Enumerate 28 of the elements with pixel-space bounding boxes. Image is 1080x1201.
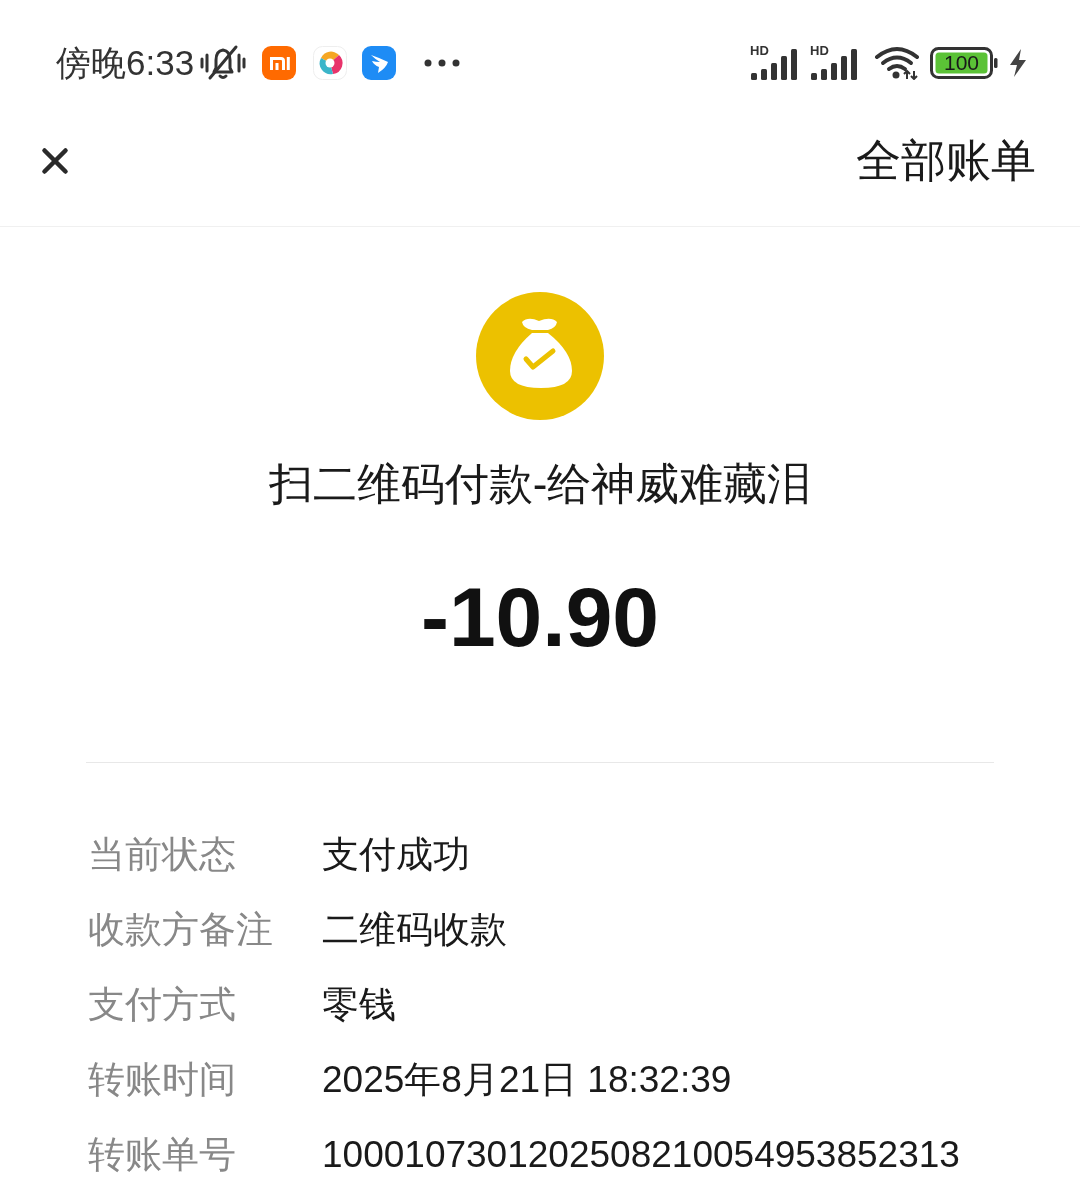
app-logo-icon xyxy=(262,46,297,80)
detail-label: 支付方式 xyxy=(88,983,236,1027)
app-logo-icon xyxy=(313,46,348,80)
detail-value: 2025年8月21日 18:32:39 xyxy=(322,1058,732,1102)
detail-label: 转账时间 xyxy=(88,1058,236,1102)
detail-value: 支付成功 xyxy=(322,833,470,877)
battery-icon xyxy=(930,47,998,79)
detail-label: 收款方备注 xyxy=(88,908,273,952)
detail-label: 当前状态 xyxy=(88,833,236,877)
payment-title: 扫二维码付款-给神威难藏泪 xyxy=(268,458,812,510)
detail-value: 零钱 xyxy=(322,983,396,1027)
all-bills-link[interactable]: 全部账单 xyxy=(856,134,1036,188)
more-dots-icon xyxy=(424,59,461,67)
signal-label: HD xyxy=(750,44,769,57)
signal-bars-icon xyxy=(810,48,860,80)
status-time: 傍晚6:33 xyxy=(56,43,195,83)
detail-value: 1000107301202508210054953852313 xyxy=(322,1133,960,1177)
app-logo-icon xyxy=(362,46,397,80)
detail-label: 转账单号 xyxy=(88,1133,236,1177)
signal-bars-icon xyxy=(750,48,800,80)
signal-label: HD xyxy=(810,44,829,57)
battery-percent: 100 xyxy=(942,52,980,74)
muted-bell-icon xyxy=(200,44,247,82)
payment-amount: -10.90 xyxy=(420,572,660,662)
money-bag-check-icon xyxy=(476,292,604,420)
detail-value: 二维码收款 xyxy=(322,908,507,952)
charging-bolt-icon xyxy=(1008,49,1028,77)
wifi-icon xyxy=(874,46,920,80)
